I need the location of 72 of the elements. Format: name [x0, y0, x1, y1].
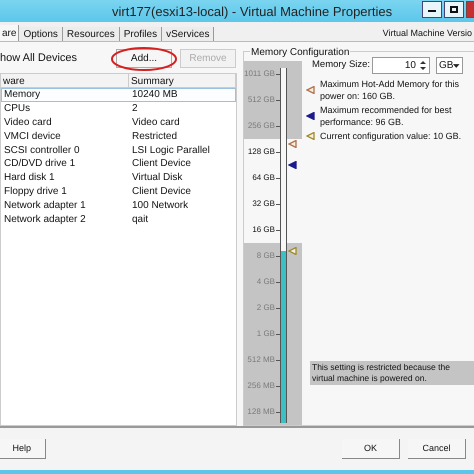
table-cell-text: Restricted — [131, 130, 178, 144]
tab[interactable]: are — [0, 25, 20, 41]
table-cell-text: qait — [131, 212, 150, 227]
table-cell-text: VMCI device — [3, 130, 62, 144]
table-cell-text: Hard disk 1 — [3, 171, 56, 186]
table-row[interactable]: SCSI controller 0 LSI Logic Parallel — [1, 143, 236, 157]
version-label: Virtual Machine Versio — [382, 26, 472, 40]
scale-label: 8 GB — [256, 250, 275, 262]
column-header[interactable]: ware — [1, 74, 129, 87]
table-row[interactable]: Network adapter 1 100 Network — [1, 198, 236, 212]
tab[interactable]: Resources — [62, 27, 120, 41]
table-cell-text: Client Device — [131, 157, 192, 172]
restriction-notice: This setting is restricted because the virtual machine is powered on. — [310, 361, 474, 385]
table-cell-text: 100 Network — [131, 198, 190, 213]
unit-dropdown[interactable]: GB — [436, 57, 463, 74]
scale-label: 16 GB — [252, 224, 275, 236]
scale-label: 1 GB — [256, 328, 275, 340]
table-row[interactable]: Hard disk 1 Virtual Disk — [1, 170, 236, 185]
show-all-devices-label[interactable]: how All Devices — [0, 50, 112, 66]
legend-text: Maximum recommended for best performance: 96 GB. — [320, 104, 453, 128]
highlight-ellipse — [110, 46, 178, 72]
tab[interactable]: Profiles — [120, 27, 162, 41]
table-cell-text: Video card — [131, 116, 181, 130]
table-row[interactable]: VMCI device Restricted — [1, 129, 236, 144]
table-cell-text: Network adapter 1 — [3, 198, 87, 213]
scale-label: 128 GB — [248, 146, 275, 158]
table-cell-text: Floppy drive 1 — [3, 184, 68, 199]
table-row[interactable]: Network adapter 2 qait — [1, 212, 236, 226]
window-title: virt177(esxi13-local) - Virtual Machine Properties — [112, 3, 392, 21]
scale-label: 128 MB — [247, 406, 275, 418]
scale-label: 512 MB — [247, 354, 275, 366]
scale-label: 32 GB — [252, 198, 275, 210]
maximize-icon — [450, 6, 458, 12]
cancel-button[interactable]: Cancel — [408, 439, 466, 459]
scale-label: 2 GB — [256, 302, 275, 314]
table-row[interactable]: CPUs 2 — [1, 102, 236, 116]
table-cell-text: Virtual Disk — [131, 171, 184, 186]
table-cell-text: LSI Logic Parallel — [131, 144, 211, 158]
caret-icon — [453, 64, 460, 68]
table-cell-text: Client Device — [131, 184, 192, 199]
scale-label: 256 MB — [247, 380, 275, 392]
table-cell-text: SCSI controller 0 — [3, 144, 81, 158]
tab[interactable]: Options — [19, 27, 63, 41]
table-cell-text: CD/DVD drive 1 — [3, 157, 76, 172]
tab[interactable]: vServices — [162, 27, 214, 41]
table-cell-text: 2 — [131, 102, 139, 116]
maximize-button[interactable] — [444, 0, 464, 18]
legend-text: Maximum Hot-Add Memory for this power on: 160 GB. — [320, 78, 460, 102]
scale-label: 256 GB — [248, 120, 275, 132]
table-row[interactable]: Memory 10240 MB — [1, 88, 236, 102]
group-title: Memory Configuration — [250, 45, 350, 60]
scale-label: 4 GB — [256, 276, 275, 288]
scale-label: 512 GB — [248, 94, 275, 106]
column-header[interactable]: Summary — [129, 74, 236, 87]
help-button[interactable]: Help — [0, 439, 46, 459]
table-cell-text: 10240 MB — [131, 88, 179, 102]
table-row[interactable]: CD/DVD drive 1 Client Device — [1, 156, 236, 171]
spinner-icon[interactable] — [419, 60, 427, 71]
table-cell-text: Network adapter 2 — [3, 212, 87, 227]
table-cell-text: CPUs — [3, 102, 32, 116]
scale-label: 1011 GB — [244, 68, 275, 80]
table-cell-text: Memory — [3, 88, 42, 102]
ok-button[interactable]: OK — [342, 439, 400, 459]
legend-text: Current configuration value: 10 GB. — [320, 130, 462, 142]
table-row[interactable]: Floppy drive 1 Client Device — [1, 184, 236, 198]
scale-label: 64 GB — [252, 172, 275, 184]
minimize-icon — [428, 10, 436, 12]
table-cell-text: Video card — [3, 116, 53, 130]
table-row[interactable]: Video card Video card — [1, 116, 236, 130]
minimize-button[interactable] — [422, 0, 442, 18]
memory-size-field[interactable]: 10 — [372, 57, 430, 74]
memory-size-label: Memory Size: — [312, 58, 368, 72]
